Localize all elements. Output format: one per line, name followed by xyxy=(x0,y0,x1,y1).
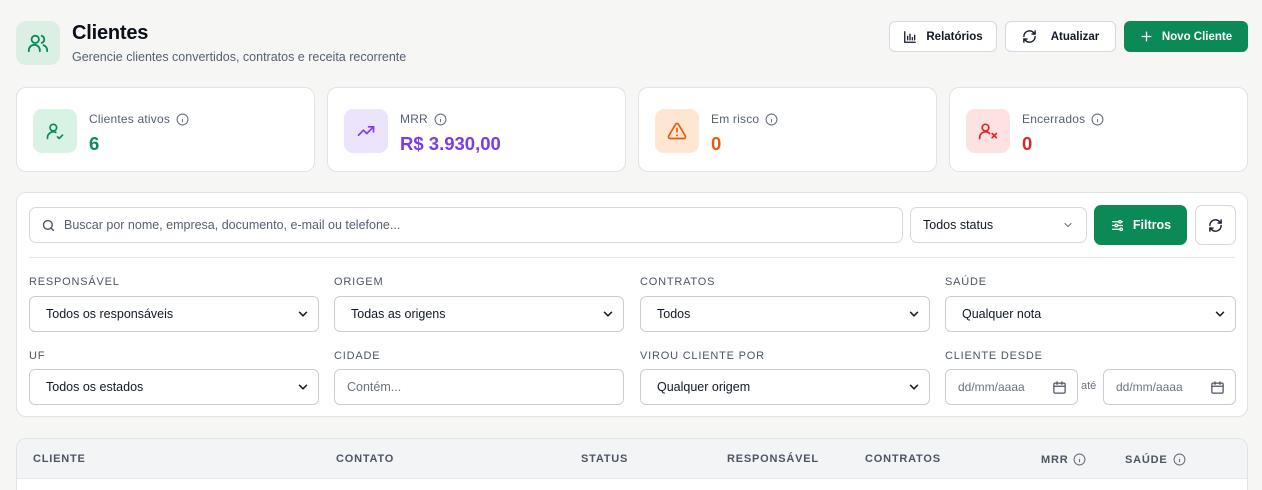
calendar-icon[interactable] xyxy=(1210,380,1225,395)
uf-label: UF xyxy=(29,350,46,362)
stat-value: 0 xyxy=(711,133,722,154)
date-from-input[interactable]: dd/mm/aaaa xyxy=(945,369,1078,405)
responsavel-select[interactable]: Todos os responsáveis xyxy=(29,296,319,332)
divider xyxy=(29,257,1235,258)
status-select-value: Todos status xyxy=(923,218,994,232)
info-icon[interactable] xyxy=(176,113,189,126)
stat-label: MRR xyxy=(400,112,447,126)
date-range-separator: até xyxy=(1081,380,1097,392)
stat-card-at-risk: Em risco 0 xyxy=(638,87,937,172)
plus-icon xyxy=(1141,31,1152,42)
warning-icon xyxy=(655,109,699,153)
saude-select[interactable]: Qualquer nota xyxy=(945,296,1236,332)
filters-button[interactable]: Filtros xyxy=(1094,205,1187,245)
column-header-contato[interactable]: CONTATO xyxy=(336,453,394,465)
chevron-down-icon xyxy=(603,311,613,317)
cidade-label: CIDADE xyxy=(334,350,381,362)
stat-card-mrr: MRR R$ 3.930,00 xyxy=(327,87,626,172)
search-icon xyxy=(42,219,55,231)
refresh-icon xyxy=(1209,218,1222,232)
table-header: CLIENTE CONTATO STATUS RESPONSÁVEL CONTR… xyxy=(17,439,1247,479)
stat-label: Encerrados xyxy=(1022,112,1104,126)
chevron-down-icon xyxy=(1064,222,1072,228)
cliente-desde-label: CLIENTE DESDE xyxy=(945,350,1043,362)
cidade-input[interactable]: Contém... xyxy=(334,369,624,405)
refresh-filters-button[interactable] xyxy=(1195,205,1236,245)
trending-up-icon xyxy=(344,109,388,153)
origem-label: ORIGEM xyxy=(334,276,384,288)
users-icon xyxy=(27,34,49,53)
info-icon[interactable] xyxy=(1173,453,1186,466)
stat-value: R$ 3.930,00 xyxy=(400,133,501,154)
filters-button-label: Filtros xyxy=(1132,218,1172,232)
stat-label: Clientes ativos xyxy=(89,112,189,126)
stat-card-closed: Encerrados 0 xyxy=(949,87,1248,172)
info-icon[interactable] xyxy=(1091,113,1104,126)
user-x-icon xyxy=(966,109,1010,153)
bar-chart-icon xyxy=(904,30,917,43)
stat-value: 0 xyxy=(1022,133,1033,154)
search-input[interactable] xyxy=(64,218,864,232)
page-title: Clientes xyxy=(72,22,149,44)
responsavel-label: RESPONSÁVEL xyxy=(29,276,120,288)
chevron-down-icon xyxy=(909,311,919,317)
column-header-responsavel[interactable]: RESPONSÁVEL xyxy=(727,453,819,465)
column-header-saude[interactable]: SAÚDE xyxy=(1125,453,1186,466)
refresh-icon xyxy=(1022,30,1036,43)
new-client-button[interactable]: Novo Cliente xyxy=(1124,21,1248,52)
status-select[interactable]: Todos status xyxy=(910,207,1087,243)
date-to-input[interactable]: dd/mm/aaaa xyxy=(1103,369,1236,405)
info-icon[interactable] xyxy=(434,113,447,126)
user-check-icon xyxy=(33,109,77,153)
column-header-mrr[interactable]: MRR xyxy=(1041,453,1086,466)
contratos-select[interactable]: Todos xyxy=(640,296,930,332)
refresh-button[interactable]: Atualizar xyxy=(1005,21,1116,52)
new-client-button-label: Novo Cliente xyxy=(1161,30,1233,43)
chevron-down-icon xyxy=(1215,311,1225,317)
clients-table: CLIENTE CONTATO STATUS RESPONSÁVEL CONTR… xyxy=(16,438,1248,490)
saude-label: SAÚDE xyxy=(945,276,987,288)
chevron-down-icon xyxy=(298,311,308,317)
refresh-button-label: Atualizar xyxy=(1050,30,1100,43)
stat-value: 6 xyxy=(89,133,100,154)
virou-cliente-label: VIROU CLIENTE POR xyxy=(640,350,765,362)
uf-select[interactable]: Todos os estados xyxy=(29,369,319,405)
stat-card-active-clients: Clientes ativos 6 xyxy=(16,87,315,172)
stat-label: Em risco xyxy=(711,112,778,126)
clients-header-icon xyxy=(16,21,60,65)
reports-button[interactable]: Relatórios xyxy=(889,21,997,52)
column-header-status[interactable]: STATUS xyxy=(581,453,628,465)
info-icon[interactable] xyxy=(1073,453,1086,466)
origem-select[interactable]: Todas as origens xyxy=(334,296,624,332)
page-subtitle: Gerencie clientes convertidos, contratos… xyxy=(72,50,407,64)
filter-panel: Todos status Filtros RESPONSÁVEL Todos o… xyxy=(16,192,1248,417)
column-header-contratos[interactable]: CONTRATOS xyxy=(865,453,941,465)
column-header-cliente[interactable]: CLIENTE xyxy=(33,453,86,465)
info-icon[interactable] xyxy=(765,113,778,126)
contratos-label: CONTRATOS xyxy=(640,276,716,288)
virou-cliente-select[interactable]: Qualquer origem xyxy=(640,369,930,405)
chevron-down-icon xyxy=(909,384,919,390)
reports-button-label: Relatórios xyxy=(926,30,983,43)
search-box[interactable] xyxy=(29,207,903,243)
chevron-down-icon xyxy=(298,384,308,390)
sliders-icon xyxy=(1111,219,1124,231)
calendar-icon[interactable] xyxy=(1052,380,1067,395)
